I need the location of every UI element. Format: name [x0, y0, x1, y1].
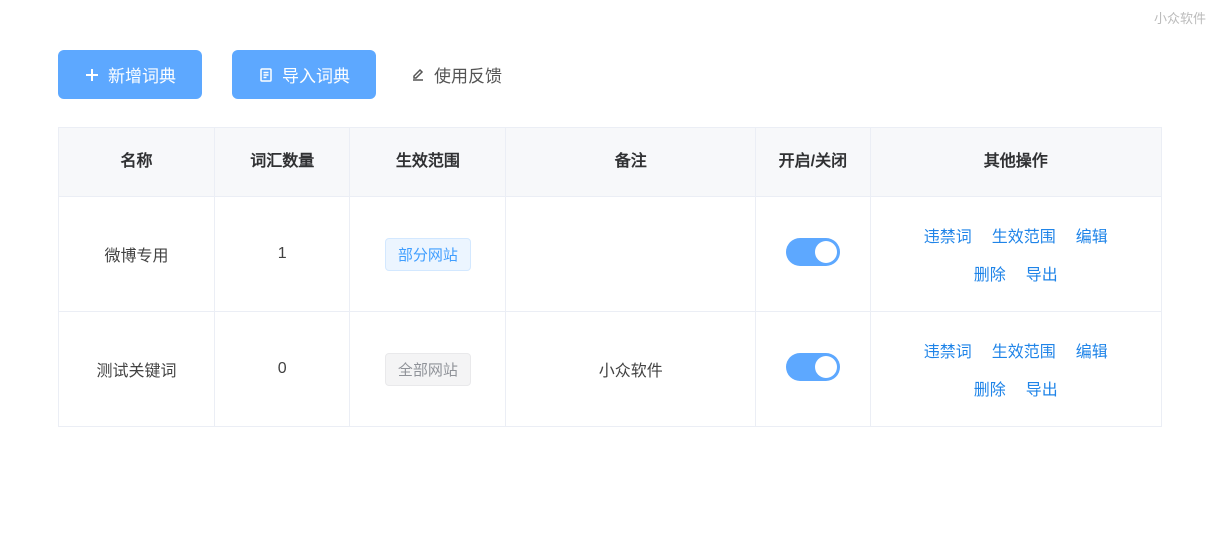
edit-link[interactable]: 编辑: [1076, 223, 1108, 247]
document-icon: [258, 67, 274, 83]
dictionary-table: 名称 词汇数量 生效范围 备注 开启/关闭 其他操作 微博专用1部分网站违禁词生…: [58, 127, 1162, 427]
enable-switch[interactable]: [786, 238, 840, 266]
cell-ops: 违禁词生效范围编辑删除导出: [870, 312, 1161, 427]
cell-count: 1: [215, 197, 350, 312]
cell-toggle: [756, 312, 870, 427]
export-link[interactable]: 导出: [1026, 376, 1058, 400]
edit-link[interactable]: 编辑: [1076, 338, 1108, 362]
feedback-label: 使用反馈: [434, 62, 502, 87]
import-dictionary-button[interactable]: 导入词典: [232, 50, 376, 99]
main-container: 新增词典 导入词典 使用反馈 名称 词汇数量 生效范围 备注 开启/关闭 其他操…: [0, 0, 1220, 447]
scope-link[interactable]: 生效范围: [992, 223, 1056, 247]
table-row: 测试关键词0 全部网站 小众软件 违禁词生效范围编辑删除导出: [59, 312, 1162, 427]
cell-scope: 全部网站: [350, 312, 506, 427]
banned-words-link[interactable]: 违禁词: [924, 223, 972, 247]
cell-toggle: [756, 197, 870, 312]
export-link[interactable]: 导出: [1026, 261, 1058, 285]
header-count: 词汇数量: [215, 128, 350, 197]
scope-tag: 部分网站: [385, 238, 471, 271]
scope-link[interactable]: 生效范围: [992, 338, 1056, 362]
cell-ops: 违禁词生效范围编辑删除导出: [870, 197, 1161, 312]
table-row: 微博专用1 部分网站 违禁词生效范围编辑删除导出: [59, 197, 1162, 312]
toolbar: 新增词典 导入词典 使用反馈: [58, 50, 1162, 99]
header-scope: 生效范围: [350, 128, 506, 197]
cell-count: 0: [215, 312, 350, 427]
plus-icon: [84, 67, 100, 83]
cell-scope: 部分网站: [350, 197, 506, 312]
action-group: 违禁词生效范围编辑删除导出: [901, 338, 1131, 400]
action-group: 违禁词生效范围编辑删除导出: [901, 223, 1131, 285]
cell-note: [506, 197, 756, 312]
feedback-button[interactable]: 使用反馈: [406, 50, 506, 99]
delete-link[interactable]: 删除: [974, 376, 1006, 400]
add-dictionary-button[interactable]: 新增词典: [58, 50, 202, 99]
delete-link[interactable]: 删除: [974, 261, 1006, 285]
cell-name: 测试关键词: [59, 312, 215, 427]
cell-note: 小众软件: [506, 312, 756, 427]
scope-tag: 全部网站: [385, 353, 471, 386]
watermark-text: 小众软件: [1154, 8, 1206, 27]
cell-name: 微博专用: [59, 197, 215, 312]
header-name: 名称: [59, 128, 215, 197]
banned-words-link[interactable]: 违禁词: [924, 338, 972, 362]
header-toggle: 开启/关闭: [756, 128, 870, 197]
header-ops: 其他操作: [870, 128, 1161, 197]
add-dictionary-label: 新增词典: [108, 62, 176, 87]
enable-switch[interactable]: [786, 353, 840, 381]
import-dictionary-label: 导入词典: [282, 62, 350, 87]
edit-icon: [410, 67, 426, 83]
header-note: 备注: [506, 128, 756, 197]
